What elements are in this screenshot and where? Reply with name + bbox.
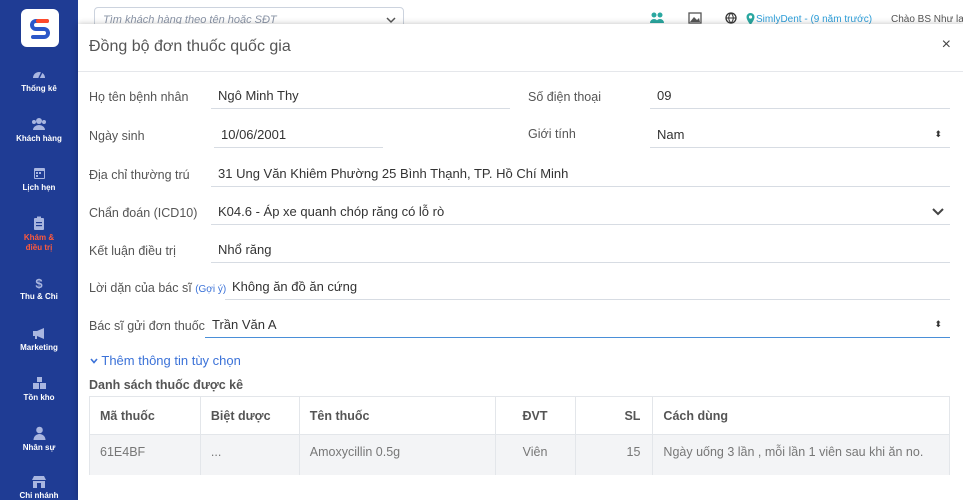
sidebar-item-label: Chi nhánh xyxy=(19,491,59,500)
col-header-usage: Cách dùng xyxy=(652,396,950,435)
col-header-drug-name: Tên thuốc xyxy=(298,396,496,435)
diagnosis-select[interactable]: K04.6 - Áp xe quanh chóp răng có lỗ rò xyxy=(211,200,950,225)
patient-name-label: Họ tên bệnh nhân xyxy=(89,90,189,104)
phone-label: Số điện thoại xyxy=(528,90,601,104)
cell-usage: Ngày uống 3 lần , mỗi lần 1 viên sau khi… xyxy=(652,434,950,475)
sync-prescription-modal: Đồng bộ đơn thuốc quốc gia × Họ tên bệnh… xyxy=(78,24,963,500)
sidebar-item-khach-hang[interactable]: Khách hàng xyxy=(0,117,78,143)
advice-field[interactable]: Không ăn đồ ăn cứng xyxy=(225,275,950,300)
doctor-value: Trần Văn A xyxy=(212,317,277,332)
conclusion-field[interactable]: Nhổ răng xyxy=(211,238,950,263)
sidebar-item-label: Marketing xyxy=(20,343,58,352)
modal-title: Đồng bộ đơn thuốc quốc gia xyxy=(89,38,291,55)
chevron-down-icon xyxy=(90,358,98,364)
col-header-code: Mã thuốc xyxy=(89,396,201,435)
app-logo[interactable] xyxy=(21,9,59,47)
dollar-icon: $ xyxy=(35,276,43,291)
sidebar-item-label: Tồn kho xyxy=(23,393,55,402)
users-icon xyxy=(32,118,46,130)
sidebar-item-lich-hen[interactable]: Lịch hẹn xyxy=(0,166,78,192)
table-header-row: Mã thuốc Biệt dược Tên thuốc ĐVT SL Cách… xyxy=(89,396,950,435)
clipboard-icon xyxy=(34,216,44,230)
gender-label: Giới tính xyxy=(528,127,576,141)
drug-list-title: Danh sách thuốc được kê xyxy=(89,378,244,392)
cell-drug-name: Amoxycillin 0.5g xyxy=(298,434,496,475)
megaphone-icon xyxy=(32,328,44,339)
sidebar-item-thong-ke[interactable]: Thống kê xyxy=(0,67,78,93)
sidebar-item-thu-chi[interactable]: $ Thu & Chi xyxy=(0,276,78,301)
col-header-unit: ĐVT xyxy=(494,396,576,435)
diagnosis-label: Chẩn đoán (ICD10) xyxy=(89,206,198,220)
address-field[interactable]: 31 Ung Văn Khiêm Phường 25 Bình Thạnh, T… xyxy=(211,162,950,187)
address-label: Địa chỉ thường trú xyxy=(89,168,190,182)
gender-select[interactable]: Nam ⬍ xyxy=(650,123,950,148)
dashboard-icon xyxy=(33,71,45,79)
phone-field[interactable]: 09 xyxy=(650,84,950,109)
users-icon[interactable] xyxy=(650,12,664,24)
sidebar-item-marketing[interactable]: Marketing xyxy=(0,327,78,352)
cell-code: 61E4BF xyxy=(89,434,201,475)
globe-icon[interactable] xyxy=(725,12,737,24)
diagnosis-value: K04.6 - Áp xe quanh chóp răng có lỗ rò xyxy=(218,204,445,219)
sidebar-item-ton-kho[interactable]: Tồn kho xyxy=(0,376,78,402)
dob-label: Ngày sinh xyxy=(89,129,145,143)
sidebar-item-label: Khám & điều trị xyxy=(23,233,55,252)
table-row[interactable]: 61E4BF ... Amoxycillin 0.5g Viên 15 Ngày… xyxy=(89,434,950,475)
image-icon[interactable] xyxy=(688,12,702,24)
sidebar-item-kham-dieu-tri[interactable]: Khám & điều trị xyxy=(0,216,78,253)
more-options-toggle[interactable]: Thêm thông tin tùy chọn xyxy=(90,353,241,368)
patient-name-field[interactable]: Ngô Minh Thy xyxy=(211,84,510,109)
cell-unit: Viên xyxy=(494,434,576,475)
sidebar-item-label: Khách hàng xyxy=(16,134,62,143)
doctor-select[interactable]: Trần Văn A ⬍ xyxy=(205,313,950,338)
close-icon[interactable]: × xyxy=(942,36,951,54)
logo-icon xyxy=(26,14,54,42)
person-icon xyxy=(33,426,45,440)
cell-brand: ... xyxy=(199,434,300,475)
col-header-brand: Biệt dược xyxy=(199,396,300,435)
boxes-icon xyxy=(32,377,46,389)
col-header-quantity: SL xyxy=(574,396,654,435)
dob-field[interactable]: 10/06/2001 xyxy=(214,123,383,148)
sort-caret-icon: ⬍ xyxy=(934,129,942,139)
more-options-label: Thêm thông tin tùy chọn xyxy=(101,353,241,368)
chevron-down-icon xyxy=(932,208,944,216)
conclusion-label: Kết luận điều trị xyxy=(89,244,176,258)
sidebar-item-label: Lịch hẹn xyxy=(22,183,56,192)
sidebar-item-chi-nhanh[interactable]: Chi nhánh xyxy=(0,475,78,500)
doctor-label: Bác sĩ gửi đơn thuốc xyxy=(89,319,205,333)
sort-caret-icon: ⬍ xyxy=(934,319,942,329)
advice-label-text: Lời dặn của bác sĩ xyxy=(89,281,192,295)
gender-value: Nam xyxy=(657,127,685,142)
sidebar-item-label: Thu & Chi xyxy=(20,292,58,301)
advice-label: Lời dặn của bác sĩ (Gợi ý) xyxy=(89,281,226,295)
store-icon xyxy=(32,476,46,488)
sidebar-item-label: Nhân sự xyxy=(22,443,56,452)
divider xyxy=(78,71,963,72)
suggestion-link[interactable]: (Gợi ý) xyxy=(195,284,226,295)
sidebar-item-label: Thống kê xyxy=(21,84,57,93)
calendar-icon xyxy=(33,168,45,179)
sidebar: Thống kê Khách hàng Lịch hẹn Khám & điều… xyxy=(0,0,78,500)
sidebar-item-nhan-su[interactable]: Nhân sự xyxy=(0,426,78,452)
cell-quantity: 15 xyxy=(574,434,654,475)
drug-table: Mã thuốc Biệt dược Tên thuốc ĐVT SL Cách… xyxy=(89,396,950,475)
